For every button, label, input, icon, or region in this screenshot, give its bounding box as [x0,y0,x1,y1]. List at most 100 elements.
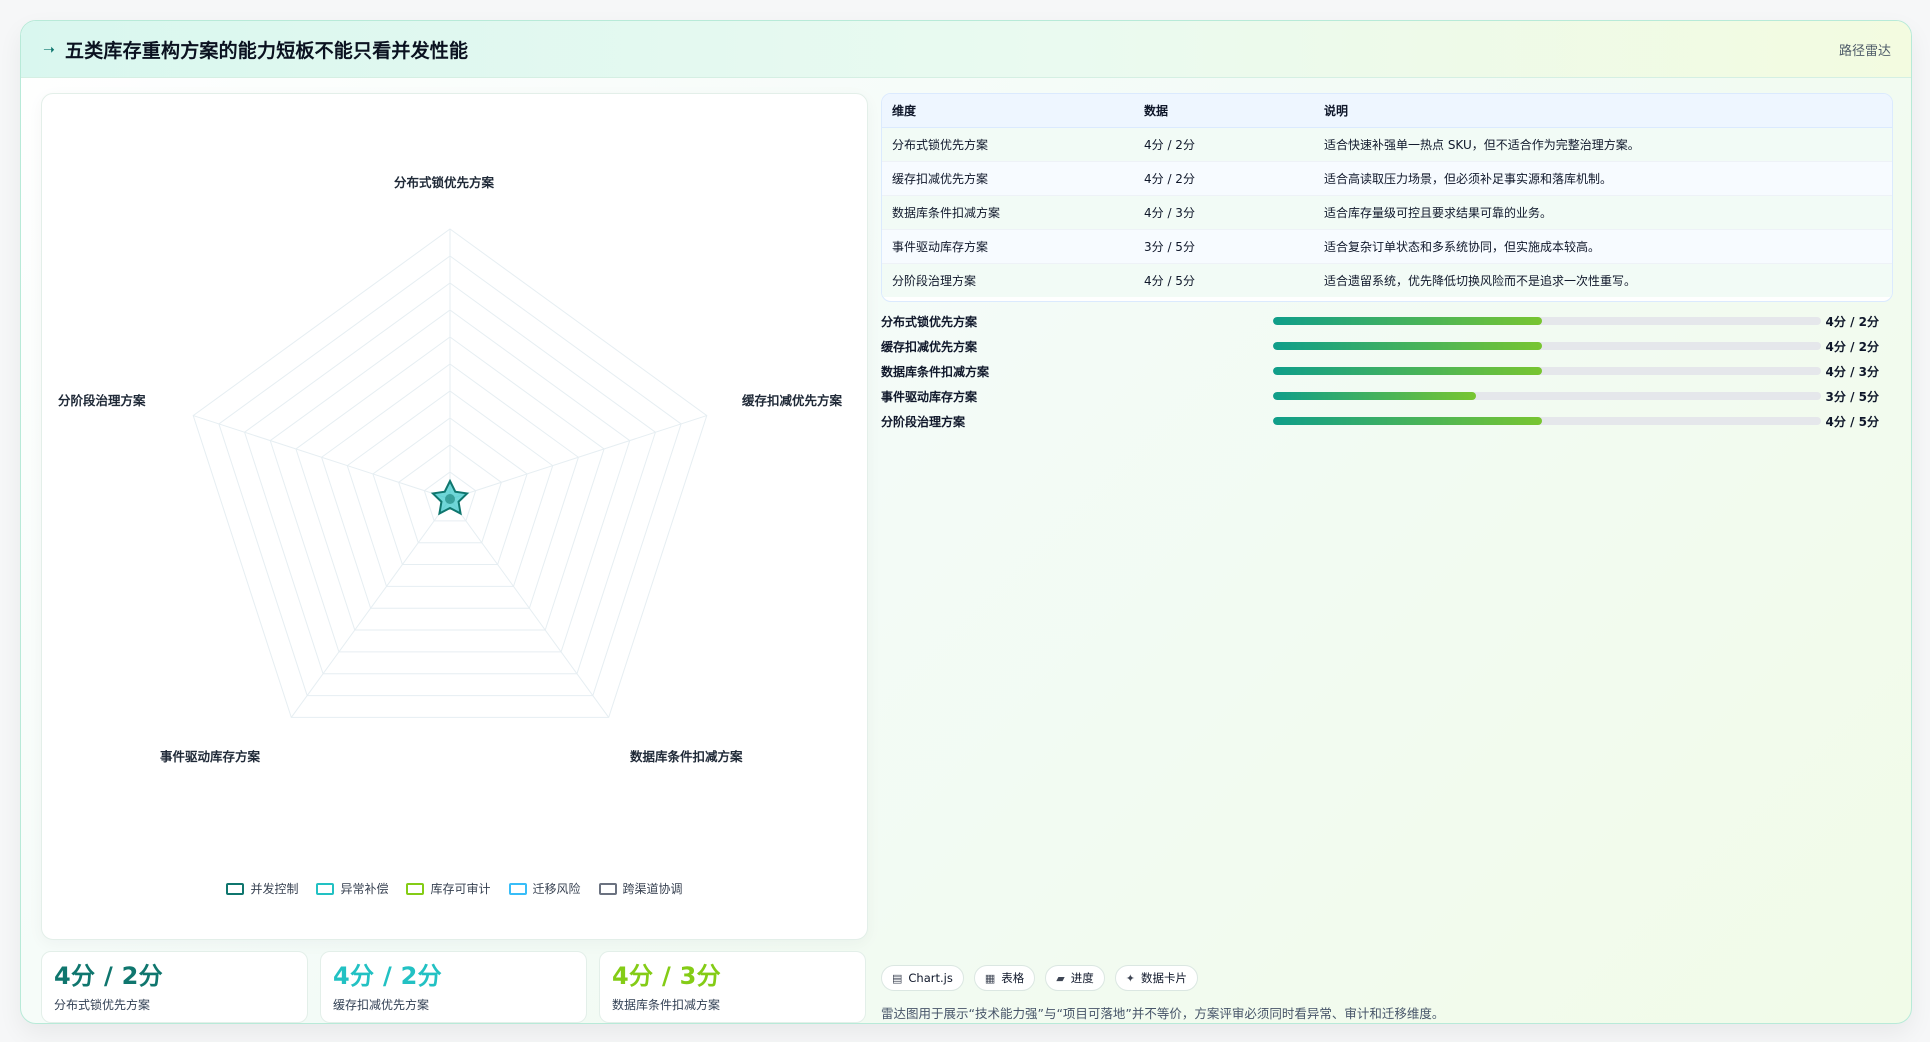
summary-table: 维度 数据 说明 分布式锁优先方案 4分 / 2分 适合快速补强单一热点 SKU… [882,94,1892,297]
summary-table-head: 维度 数据 说明 [882,94,1892,128]
table-cell-data: 4分 / 2分 [1134,161,1314,196]
progress-fill [1273,342,1542,350]
footer-note: 雷达图用于展示“技术能力强”与“项目可落地”并不等价，方案评审必须同时看异常、审… [881,1006,1445,1021]
table-cell-description: 适合遗留系统，优先降低切换风险而不是追求一次性重写。 [1314,263,1892,297]
stat-value: 4分 / 3分 [612,962,721,990]
progress-fill [1273,417,1542,425]
radar-axis-line [449,415,707,500]
progress-label: 缓存扣减优先方案 [881,340,978,354]
legend-item[interactable]: 异常补偿 [316,880,388,897]
radar-axis-label-top: 分布式锁优先方案 [394,175,495,190]
chip-label: 数据卡片 [1140,971,1187,985]
radar-legend: 并发控制 异常补偿 库存可审计 迁移风险 跨渠道协调 [42,880,867,897]
stat-label: 分布式锁优先方案 [54,998,151,1012]
progress-fill [1273,367,1542,375]
stat-label: 数据库条件扣减方案 [612,998,721,1012]
header: ➝ 五类库存重构方案的能力短板不能只看并发性能 路径雷达 [21,21,1911,78]
radar-axis-label-right: 缓存扣减优先方案 [742,393,843,408]
card-icon: ✦ [1125,971,1135,985]
stat-value: 4分 / 2分 [333,962,442,990]
legend-swatch [316,882,335,895]
table-cell-dimension: 分阶段治理方案 [882,263,1134,297]
table-header-description: 说明 [1314,94,1892,128]
radar-axis-label-bottom-left: 事件驱动库存方案 [160,749,261,764]
progress-value: 4分 / 2分 [1825,315,1879,329]
progress-row: 分阶段治理方案 4分 / 5分 [881,411,1891,431]
progress-bars: 分布式锁优先方案 4分 / 2分 缓存扣减优先方案 4分 / 2分 数据库条件扣… [881,311,1891,429]
legend-swatch [226,882,245,895]
progress-label: 分布式锁优先方案 [881,315,978,329]
right-panel: 维度 数据 说明 分布式锁优先方案 4分 / 2分 适合快速补强单一热点 SKU… [881,93,1893,1003]
progress-row: 事件驱动库存方案 3分 / 5分 [881,386,1891,406]
progress-track [1273,367,1821,375]
table-cell-dimension: 缓存扣减优先方案 [882,161,1134,196]
chip-table[interactable]: ▦ 表格 [973,965,1036,991]
progress-label: 事件驱动库存方案 [881,390,978,404]
table-icon: ▦ [984,971,996,985]
progress-fill [1273,392,1476,400]
table-row: 分布式锁优先方案 4分 / 2分 适合快速补强单一热点 SKU，但不适合作为完整… [882,127,1892,162]
legend-label: 异常补偿 [340,882,389,896]
stat-card: 4分 / 3分 数据库条件扣减方案 [599,951,866,1023]
table-row: 数据库条件扣减方案 4分 / 3分 适合库存量级可控且要求结果可靠的业务。 [882,195,1892,230]
legend-item[interactable]: 并发控制 [226,880,298,897]
radar-axis-line [193,415,451,500]
table-cell-data: 4分 / 3分 [1134,195,1314,230]
table-row: 事件驱动库存方案 3分 / 5分 适合复杂订单状态和多系统协同，但实施成本较高。 [882,229,1892,264]
progress-icon: ▰ [1056,971,1065,985]
header-left: ➝ 五类库存重构方案的能力短板不能只看并发性能 [41,36,468,63]
legend-label: 迁移风险 [532,882,581,896]
legend-label: 跨渠道协调 [622,882,683,896]
progress-label: 分阶段治理方案 [881,415,966,429]
radar-center-dot [445,494,455,504]
table-row: 缓存扣减优先方案 4分 / 2分 适合高读取压力场景，但必须补足事实源和落库机制… [882,161,1892,196]
legend-item[interactable]: 跨渠道协调 [598,880,683,897]
app-frame: ➝ 五类库存重构方案的能力短板不能只看并发性能 路径雷达 分布式锁优先方案 缓存… [20,20,1912,1024]
chip-data-card[interactable]: ✦ 数据卡片 [1114,965,1198,991]
table-row: 分阶段治理方案 4分 / 5分 适合遗留系统，优先降低切换风险而不是追求一次性重… [882,263,1892,297]
legend-item[interactable]: 库存可审计 [406,880,491,897]
progress-track [1273,417,1821,425]
table-cell-dimension: 事件驱动库存方案 [882,229,1134,264]
radar-center-mark [430,478,470,516]
legend-label: 并发控制 [250,882,299,896]
summary-table-card: 维度 数据 说明 分布式锁优先方案 4分 / 2分 适合快速补强单一热点 SKU… [881,93,1893,302]
table-cell-description: 适合复杂订单状态和多系统协同，但实施成本较高。 [1314,229,1892,264]
table-cell-dimension: 分布式锁优先方案 [882,127,1134,162]
progress-row: 分布式锁优先方案 4分 / 2分 [881,311,1891,331]
legend-swatch [508,882,527,895]
progress-row: 缓存扣减优先方案 4分 / 2分 [881,336,1891,356]
stat-cards: 4分 / 2分 分布式锁优先方案 4分 / 2分 缓存扣减优先方案 4分 / 3… [41,951,866,1023]
progress-track [1273,317,1821,325]
chip-label: 表格 [1001,971,1025,985]
chip-label: Chart.js [908,971,953,985]
stat-card: 4分 / 2分 分布式锁优先方案 [41,951,308,1023]
progress-row: 数据库条件扣减方案 4分 / 3分 [881,361,1891,381]
progress-value: 4分 / 2分 [1825,340,1879,354]
page-title: 五类库存重构方案的能力短板不能只看并发性能 [65,39,469,62]
progress-value: 4分 / 3分 [1825,365,1879,379]
table-cell-description: 适合库存量级可控且要求结果可靠的业务。 [1314,195,1892,230]
chip-chartjs[interactable]: ▤ Chart.js [881,965,964,991]
legend-swatch [406,882,425,895]
stat-value: 4分 / 2分 [54,962,163,990]
legend-label: 库存可审计 [430,882,491,896]
legend-item[interactable]: 迁移风险 [508,880,581,897]
progress-value: 4分 / 5分 [1825,415,1879,429]
progress-fill [1273,317,1542,325]
stat-card: 4分 / 2分 缓存扣减优先方案 [320,951,587,1023]
progress-value: 3分 / 5分 [1825,390,1879,404]
radar-chart [192,228,708,718]
table-header-data: 数据 [1134,94,1314,128]
chip-progress[interactable]: ▰ 进度 [1045,965,1105,991]
table-header-dimension: 维度 [882,94,1134,128]
chip-label: 进度 [1070,971,1094,985]
table-cell-dimension: 数据库条件扣减方案 [882,195,1134,230]
chart-icon: ▤ [892,971,903,985]
progress-track [1273,342,1821,350]
summary-table-header-row: 维度 数据 说明 [882,94,1892,128]
table-cell-data: 3分 / 5分 [1134,229,1314,264]
table-cell-description: 适合快速补强单一热点 SKU，但不适合作为完整治理方案。 [1314,127,1892,162]
radar-card: 分布式锁优先方案 缓存扣减优先方案 数据库条件扣减方案 事件驱动库存方案 分阶段… [41,93,868,940]
table-cell-data: 4分 / 2分 [1134,127,1314,162]
